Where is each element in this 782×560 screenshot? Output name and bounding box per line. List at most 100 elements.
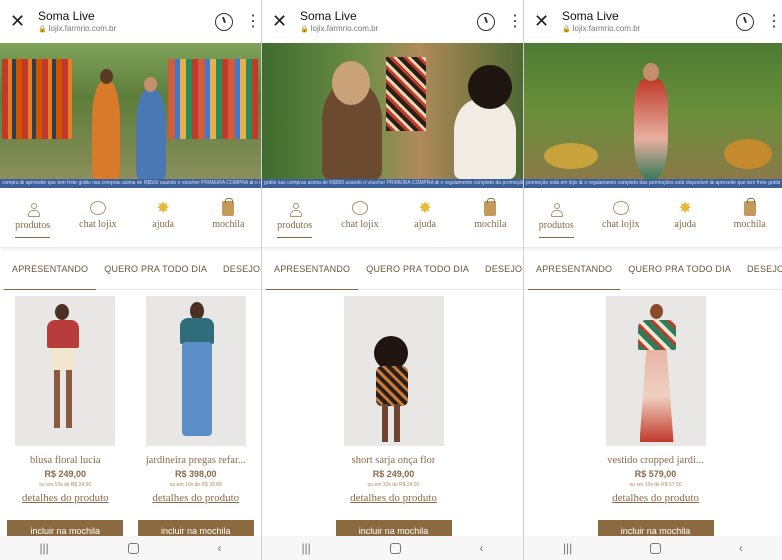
product-name[interactable]: short sarja onça flor [352, 455, 436, 466]
product-installments: ou em 10x de R$ 24,90 [367, 482, 420, 488]
product-details-link[interactable]: detalhes do produto [350, 492, 437, 504]
jaguar-statue [544, 143, 598, 169]
tab-label: ajuda [674, 219, 697, 230]
tab-mochila[interactable]: mochila [720, 197, 780, 238]
tab-label: produtos [538, 220, 574, 238]
tab-chat-lojix[interactable]: ··· chat lojix [68, 197, 128, 238]
recent-apps-icon[interactable]: ||| [563, 541, 572, 555]
jaguar-statue [724, 139, 772, 169]
product-card: short sarja onça flor R$ 249,00 ou em 10… [328, 296, 459, 542]
product-details-link[interactable]: detalhes do produto [612, 492, 699, 504]
home-icon[interactable] [127, 542, 139, 554]
kebab-menu-icon[interactable]: ⋮ [507, 13, 523, 29]
tab-produtos[interactable]: produtos [3, 198, 63, 238]
site-url: 🔒 lojix.farmrio.com.br [562, 23, 736, 35]
back-icon[interactable]: ‹ [739, 541, 743, 555]
product-photo[interactable] [145, 296, 246, 446]
segment-quero-pra-todo-dia[interactable]: QUERO PRA TODO DIA [620, 254, 739, 290]
android-nav-bar: ||| ‹ [524, 536, 782, 560]
kebab-menu-icon[interactable]: ⋮ [766, 13, 782, 29]
product-card: jardineira pregas refar... R$ 398,00 ou … [131, 296, 262, 542]
chat-bubble-icon: ··· [351, 201, 368, 215]
recent-apps-icon[interactable]: ||| [39, 541, 48, 555]
clothing-rack [2, 59, 72, 139]
segment-apresentando[interactable]: APRESENTANDO [528, 254, 621, 290]
tab-ajuda[interactable]: ✸ ajuda [655, 197, 715, 238]
live-video[interactable] [262, 43, 523, 179]
product-photo[interactable] [15, 296, 116, 446]
product-photo[interactable] [343, 296, 444, 446]
model-head [373, 336, 408, 370]
product-photo[interactable] [605, 296, 706, 446]
live-video[interactable] [0, 43, 261, 179]
close-icon[interactable]: ✕ [534, 11, 556, 32]
segment-quero-pra-todo-dia[interactable]: QUERO PRA TODO DIA [358, 254, 477, 290]
recent-apps-icon[interactable]: ||| [301, 541, 310, 555]
promo-ticker: grátis nas compras acima de R$500 usando… [262, 179, 523, 188]
tab-label: mochila [212, 219, 245, 230]
tab-ajuda[interactable]: ✸ ajuda [133, 197, 193, 238]
tab-mochila[interactable]: mochila [460, 197, 520, 238]
product-name[interactable]: vestido cropped jardi... [607, 455, 704, 466]
kebab-menu-icon[interactable]: ⋮ [245, 13, 261, 29]
lock-icon: 🔒 [300, 25, 309, 33]
tab-ajuda[interactable]: ✸ ajuda [395, 197, 455, 238]
home-icon[interactable] [389, 542, 401, 554]
tab-chat-lojix[interactable]: ··· chat lojix [591, 197, 651, 238]
promo-ticker: promoção está em lojix ✿ o regulamento c… [524, 179, 782, 188]
presenter-head [468, 65, 512, 109]
live-video[interactable] [524, 43, 782, 179]
lock-icon: 🔒 [38, 25, 47, 33]
product-price: R$ 398,00 [174, 469, 217, 479]
tab-chat-lojix[interactable]: ··· chat lojix [330, 197, 390, 238]
segment-apresentando[interactable]: APRESENTANDO [4, 254, 97, 290]
tab-label: ajuda [152, 219, 174, 230]
product-price: R$ 579,00 [634, 469, 677, 479]
model-head [649, 304, 663, 319]
presenter [136, 89, 166, 179]
screens-row: ✕ Soma Live 🔒 lojix.farmrio.com.br ⋮ comp… [0, 0, 782, 560]
tab-mochila[interactable]: mochila [198, 197, 258, 238]
tab-label: mochila [474, 219, 507, 230]
product-details-link[interactable]: detalhes do produto [152, 492, 239, 504]
close-icon[interactable]: ✕ [272, 11, 294, 32]
segment-desejos[interactable]: DESEJOS [215, 254, 261, 290]
promo-ticker: compra ✿ aproveite que tem frete grátis … [0, 179, 261, 188]
timer-icon[interactable] [215, 12, 233, 31]
site-title: Soma Live [300, 8, 357, 23]
timer-icon[interactable] [477, 12, 495, 31]
segment-tabs: APRESENTANDO QUERO PRA TODO DIA DESEJOS [262, 254, 523, 290]
product-details-link[interactable]: detalhes do produto [22, 492, 109, 504]
tab-produtos[interactable]: produtos [526, 198, 586, 238]
presenter-head [332, 61, 370, 105]
segment-desejos[interactable]: DESEJOS [477, 254, 523, 290]
back-icon[interactable]: ‹ [218, 541, 222, 555]
segment-quero-pra-todo-dia[interactable]: QUERO PRA TODO DIA [96, 254, 215, 290]
product-installments: ou em 10x de R$ 24,90 [39, 482, 92, 488]
home-icon[interactable] [650, 542, 662, 554]
product-list: short sarja onça flor R$ 249,00 ou em 10… [262, 290, 523, 542]
back-icon[interactable]: ‹ [480, 541, 484, 555]
model-dress [639, 350, 674, 442]
model-overalls [181, 342, 212, 436]
product-name[interactable]: blusa floral lucia [30, 455, 101, 466]
product-name[interactable]: jardineira pregas refar... [146, 455, 246, 466]
url-text: lojix.farmrio.com.br [48, 23, 117, 33]
segment-apresentando[interactable]: APRESENTANDO [266, 254, 359, 290]
site-url: 🔒 lojix.farmrio.com.br [38, 23, 215, 35]
browser-header: ✕ Soma Live 🔒 lojix.farmrio.com.br ⋮ [262, 0, 523, 43]
sun-icon: ✸ [418, 200, 432, 217]
chat-bubble-icon: ··· [612, 201, 629, 215]
model-leg [54, 370, 61, 428]
presenter-head [144, 77, 157, 92]
phone-screen-1: ✕ Soma Live 🔒 lojix.farmrio.com.br ⋮ comp… [0, 0, 262, 560]
tab-produtos[interactable]: produtos [265, 198, 325, 238]
timer-icon[interactable] [736, 12, 754, 31]
phone-screen-3: ✕ Soma Live 🔒 lojix.farmrio.com.br ⋮ prom… [524, 0, 782, 560]
close-icon[interactable]: ✕ [10, 11, 32, 32]
model-top [179, 318, 214, 344]
model-shorts [51, 348, 76, 370]
segment-tabs: APRESENTANDO QUERO PRA TODO DIA DESEJOS [0, 254, 261, 290]
model-top [637, 320, 676, 350]
segment-desejos[interactable]: DESEJOS [739, 254, 782, 290]
